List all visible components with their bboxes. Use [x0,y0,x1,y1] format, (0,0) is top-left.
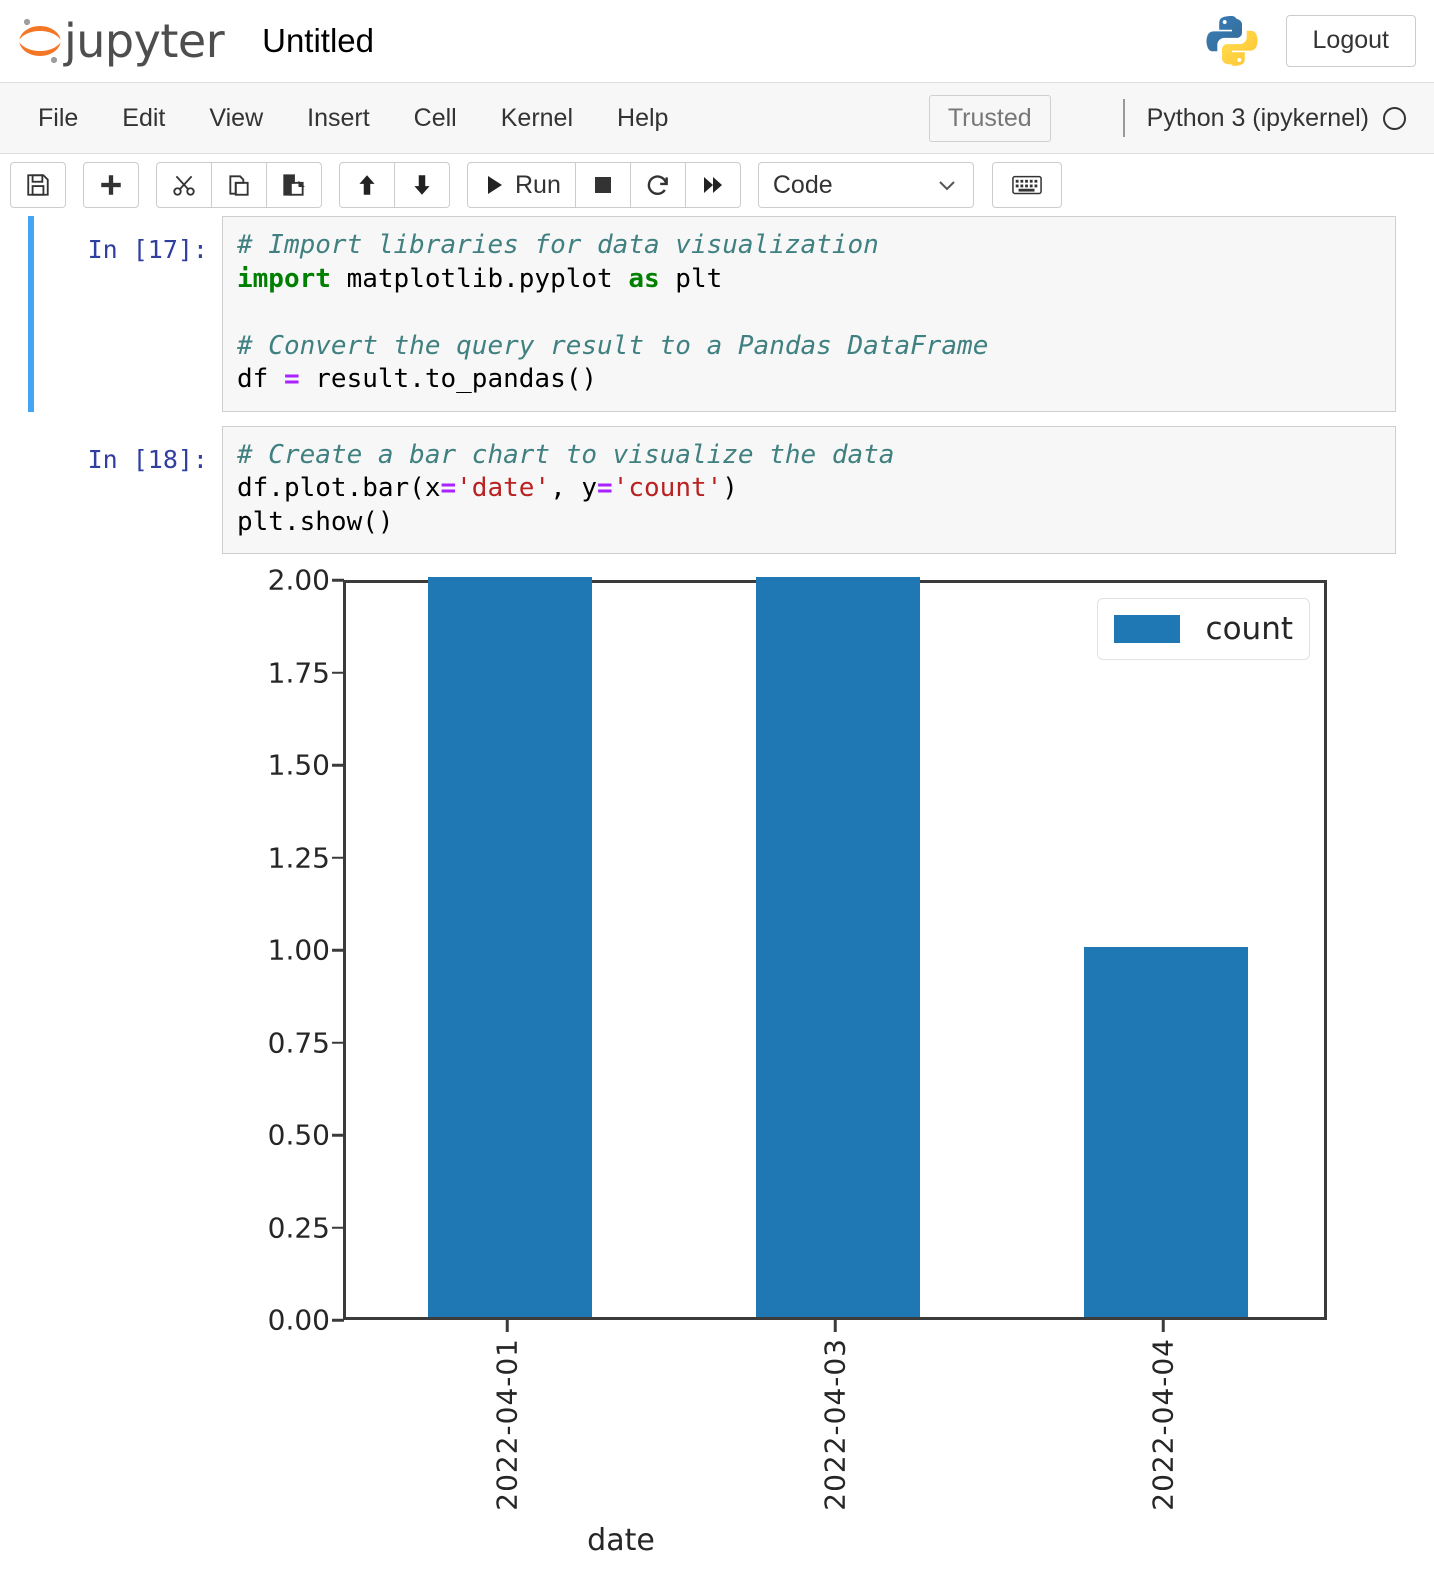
code-cell-18[interactable]: In [18]: # Create a bar chart to visuali… [0,425,1434,555]
chart-bar [1084,947,1248,1318]
copy-icon [229,175,249,196]
kernel-idle-circle-icon[interactable] [1383,106,1406,130]
python-logo-icon [1205,16,1258,66]
toolbar-group-clipboard [156,162,322,208]
menubar-divider [1122,99,1125,137]
scissors-icon [173,175,195,196]
legend-swatch-count [1113,615,1180,644]
x-axis-tick-mark [1161,1320,1165,1333]
cell-input-area[interactable]: # Create a bar chart to visualize the da… [222,425,1396,555]
jupyter-wordmark: jupyter [64,14,225,68]
chart-bar [756,577,920,1318]
x-axis-title: date [587,1523,655,1559]
toolbar-group-add [83,162,139,208]
logout-button[interactable]: Logout [1285,15,1416,67]
save-button[interactable] [10,162,66,208]
cell-source-code[interactable]: # Import libraries for data visualizatio… [237,229,1381,397]
menubar-right-group: Trusted Python 3 (ipykernel) [928,94,1418,142]
notebook-body: In [17]: # Import libraries for data vis… [0,216,1434,1558]
menu-item-help[interactable]: Help [595,96,690,141]
toolbar-group-run: Run [467,162,741,208]
x-axis-tick-mark [505,1320,509,1333]
code-cell-17[interactable]: In [17]: # Import libraries for data vis… [0,216,1434,412]
chart-bar [428,577,592,1318]
chevron-down-icon [939,181,955,191]
y-axis-tick-label: 1.50 [267,748,330,782]
paste-button[interactable] [266,162,322,208]
legend-label-count: count [1205,611,1293,648]
play-icon [488,176,502,194]
menu-item-cell[interactable]: Cell [392,96,479,141]
menu-item-edit[interactable]: Edit [100,96,187,141]
copy-button[interactable] [211,162,267,208]
x-axis-tick-label: 2022-04-03 [818,1338,852,1511]
y-axis-tick-label: 0.50 [267,1118,330,1152]
menu-item-file[interactable]: File [16,96,100,141]
save-floppy-icon [27,174,49,196]
paste-icon [283,174,305,196]
restart-and-run-all-button[interactable] [684,162,741,208]
toolbar-group-move [339,162,450,208]
y-axis-tick-label: 2.00 [267,563,330,597]
insert-cell-button[interactable] [83,162,139,208]
y-axis-tick-label: 1.00 [267,933,330,967]
fast-forward-icon [703,177,722,193]
cell-source-code[interactable]: # Create a bar chart to visualize the da… [237,439,1381,540]
y-axis-tick-label: 1.75 [267,656,330,690]
run-button-label: Run [515,170,561,199]
notebook-toolbar: Run Code [0,154,1434,216]
notebook-header: jupyter Untitled Logout [0,0,1434,83]
move-cell-down-button[interactable] [394,162,450,208]
menubar: File Edit View Insert Cell Kernel Help T… [0,83,1434,154]
restart-circular-arrow-icon [647,175,668,195]
cell-input-area[interactable]: # Import libraries for data visualizatio… [222,216,1396,412]
cell-type-select[interactable]: Code [757,162,974,208]
trusted-badge[interactable]: Trusted [928,94,1051,142]
header-right-group: Logout [1204,13,1416,69]
plot-area: count [343,577,1327,1321]
arrow-down-icon [414,175,430,195]
toolbar-group-save [10,162,66,208]
cell-prompt: In [17]: [87,235,208,264]
interrupt-kernel-button[interactable] [574,162,631,208]
y-axis-tick-label: 1.25 [267,841,330,875]
y-axis-tick-label: 0.25 [267,1211,330,1245]
arrow-up-icon [359,175,375,195]
plus-icon [101,175,121,195]
menu-item-kernel[interactable]: Kernel [479,96,595,141]
y-axis-tick-label: 0.75 [267,1026,330,1060]
cell-type-value: Code [772,170,833,199]
move-cell-up-button[interactable] [339,162,395,208]
kernel-name-label[interactable]: Python 3 (ipykernel) [1147,104,1369,133]
notebook-title[interactable]: Untitled [262,22,374,60]
cell-output-chart: 0.00 0.25 0.50 0.75 1.00 1.25 1.50 1.75 2.00 cou… [0,564,1434,1558]
jupyter-logo-icon [19,18,61,64]
run-button[interactable]: Run [467,162,576,208]
cut-button[interactable] [156,162,212,208]
jupyter-brand[interactable]: jupyter [18,14,225,68]
cell-prompt: In [18]: [87,444,208,474]
y-axis-tick-label: 0.00 [267,1303,330,1337]
stop-square-icon [594,177,611,193]
menu-item-insert[interactable]: Insert [285,96,392,141]
keyboard-shortcuts-button[interactable] [991,162,1062,208]
chart-legend[interactable]: count [1096,598,1310,661]
x-axis-tick-mark [833,1320,837,1333]
restart-kernel-button[interactable] [629,162,686,208]
x-axis-tick-label: 2022-04-04 [1146,1338,1180,1511]
menu-item-view[interactable]: View [187,96,285,141]
keyboard-icon [1012,175,1042,195]
x-axis-tick-label: 2022-04-01 [490,1338,524,1511]
